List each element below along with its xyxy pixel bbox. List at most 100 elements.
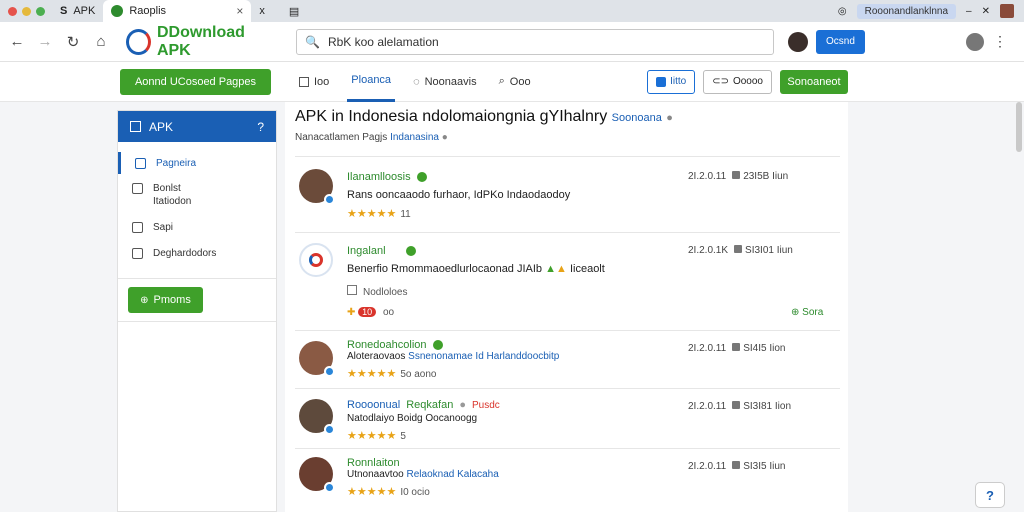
item-name[interactable]: Roooonual Reqkafan ● Pusdc [347, 399, 500, 411]
add-page-button[interactable]: Aonnd UCosoed Pagpes [120, 68, 271, 95]
tab-ploanca[interactable]: Ploanca [347, 62, 396, 102]
count-badge: 10 [358, 307, 377, 317]
item-stats: ✚ 10 oo [347, 307, 395, 318]
scrollbar[interactable] [1016, 102, 1022, 152]
user-avatar[interactable] [788, 31, 808, 52]
verified-icon [432, 340, 443, 350]
item-name[interactable]: Ingalanl [347, 245, 416, 257]
title-link[interactable]: Soonoana [612, 112, 662, 124]
search-value: RbK koo alelamation [327, 34, 439, 49]
sonoaneot-button[interactable]: Sonoaneot [780, 69, 848, 94]
item-meta: 2I.2.0.11 23I5B Iiun [688, 171, 789, 182]
tab-ioo[interactable]: Ioo [295, 62, 333, 102]
item-desc: Rans ooncaaodo furhaor, IdPKo Indaodaodo… [347, 189, 571, 201]
search-icon: ⌕ [498, 75, 505, 87]
avatar [299, 457, 335, 493]
avatar [299, 341, 335, 377]
sidebar-item-label: Bonlst Itatiodon [153, 183, 192, 207]
settings-icon[interactable]: ◎ [838, 6, 847, 17]
list-item[interactable]: Ronedoahcolion Aloteraovaos Ssnenonamae … [295, 330, 840, 388]
back-icon[interactable]: ← [6, 33, 28, 50]
site-logo[interactable]: DDownload APK [126, 24, 276, 60]
sidebar-item-bonlst[interactable]: Bonlst Itatiodon [118, 182, 276, 212]
menu-icon[interactable]: ⋮ [990, 33, 1010, 50]
maximize-window-icon[interactable] [36, 6, 45, 16]
tab-noonaavis[interactable]: ◌ Noonaavis [409, 62, 481, 102]
sidebar-item-deghardodors[interactable]: Deghardodors [118, 244, 276, 262]
info-icon[interactable]: ● [666, 112, 673, 124]
emoji-icon: ▲ [545, 263, 556, 275]
avatar [299, 169, 335, 205]
checkbox-icon [299, 76, 309, 87]
avatar [299, 243, 333, 277]
help-button[interactable]: ? [975, 482, 1005, 508]
item-meta: 2I.2.0.1K SI3I01 Iiun [688, 245, 793, 256]
ooooo-button[interactable]: ⊂⊃ Ooooo [703, 69, 772, 94]
plus-icon: ⊕ [791, 307, 800, 318]
item-name[interactable]: Ronedoahcolion [347, 339, 443, 351]
plus-icon: ⊕ [140, 294, 149, 306]
new-tab-icon[interactable]: x [259, 5, 265, 17]
info-icon[interactable]: ● [442, 132, 448, 143]
sidebar: APK ? Pagneira Bonlst Itatiodon Sapi Deg… [117, 110, 277, 512]
list-item[interactable]: Ronnlaiton Utnonaavtoo Relaoknad Kalacah… [295, 448, 840, 512]
item-meta: 2I.2.0.11 SI3I5 Iiun [688, 461, 786, 472]
close-icon[interactable]: ✕ [982, 6, 990, 17]
minimize-icon[interactable]: – [966, 6, 972, 17]
verified-icon [416, 172, 427, 182]
main-content: APK in Indonesia ndolomaiongnia gYIhalnr… [285, 102, 848, 512]
close-tab-icon[interactable]: × [236, 4, 243, 18]
sidebar-header[interactable]: APK ? [118, 111, 276, 142]
file-icon [732, 461, 741, 469]
tab-ooo[interactable]: ⌕ Ooo [495, 62, 535, 102]
sora-button[interactable]: ⊕ Sora [791, 307, 823, 318]
list-icon [130, 121, 141, 132]
tab-label: APK [73, 5, 96, 17]
reader-icon[interactable]: ▤ [289, 5, 299, 18]
new-tab-button[interactable]: x ▤ [251, 0, 307, 22]
forward-icon[interactable]: → [34, 33, 56, 50]
list-item[interactable]: Roooonual Reqkafan ● Pusdc Natodlaiyo Bo… [295, 388, 840, 448]
tab-favicon-icon [111, 5, 124, 17]
page-title: APK in Indonesia ndolomaiongnia gYIhalnr… [295, 108, 673, 125]
verified-icon [405, 246, 416, 256]
list-item[interactable]: Ingalanl Benerfio Rmommaoedlurlocaonad J… [295, 232, 840, 330]
item-name[interactable]: Ilanamlloosis [347, 171, 427, 183]
browser-tab-bar: S APK Raoplis × x ▤ ◎ Rooonandlanklnna –… [0, 0, 1024, 22]
sidebar-item-sapi[interactable]: Sapi [118, 218, 276, 236]
home-icon[interactable]: ⌂ [90, 33, 112, 50]
list-item[interactable]: Ilanamlloosis Rans ooncaaodo furhaor, Id… [295, 156, 840, 232]
help-icon[interactable]: ? [257, 120, 264, 134]
doc-icon [132, 183, 143, 194]
file-icon [732, 401, 741, 409]
tab-active[interactable]: Raoplis × [103, 0, 252, 22]
info-icon: ● [459, 399, 466, 411]
item-name[interactable]: Ronnlaiton [347, 457, 400, 469]
search-input[interactable]: 🔍 RbK koo alelamation [296, 28, 774, 55]
profile-icon[interactable] [1000, 4, 1014, 18]
account-icon[interactable] [966, 32, 984, 51]
iitto-button[interactable]: Iitto [647, 69, 696, 94]
rating: ★★★★★ 5o aono [347, 368, 437, 380]
item-meta: 2I.2.0.11 SI3I81 Iion [688, 401, 792, 412]
avatar [299, 399, 335, 435]
close-window-icon[interactable] [8, 6, 17, 16]
page-subtitle: Nanacatlamen Pagjs Indanasina ● [295, 132, 448, 143]
verified-icon [324, 366, 335, 377]
sidebar-item-pagneira[interactable]: Pagneira [118, 152, 276, 174]
minimize-window-icon[interactable] [22, 6, 31, 16]
pmoms-button[interactable]: ⊕ Pmoms [128, 287, 203, 313]
tab-apk[interactable]: S APK [52, 0, 103, 22]
page-icon [135, 158, 146, 169]
subtitle-link[interactable]: Indanasina [390, 132, 439, 143]
primary-action-button[interactable]: Ocsnd [816, 29, 865, 54]
tabbar-right: ◎ Rooonandlanklnna – ✕ [838, 3, 1024, 19]
pin-icon: ✚ [347, 307, 356, 318]
tab-favicon-icon: S [60, 5, 68, 17]
verified-icon [324, 424, 335, 435]
sidebar-title: APK [149, 119, 174, 134]
rating: ★★★★★ 5 [347, 430, 406, 442]
item-desc: Benerfio Rmommaoedlurlocaonad JIAIb ▲▲ I… [347, 263, 605, 275]
reload-icon[interactable]: ↻ [62, 33, 84, 51]
doc-icon [347, 285, 357, 295]
